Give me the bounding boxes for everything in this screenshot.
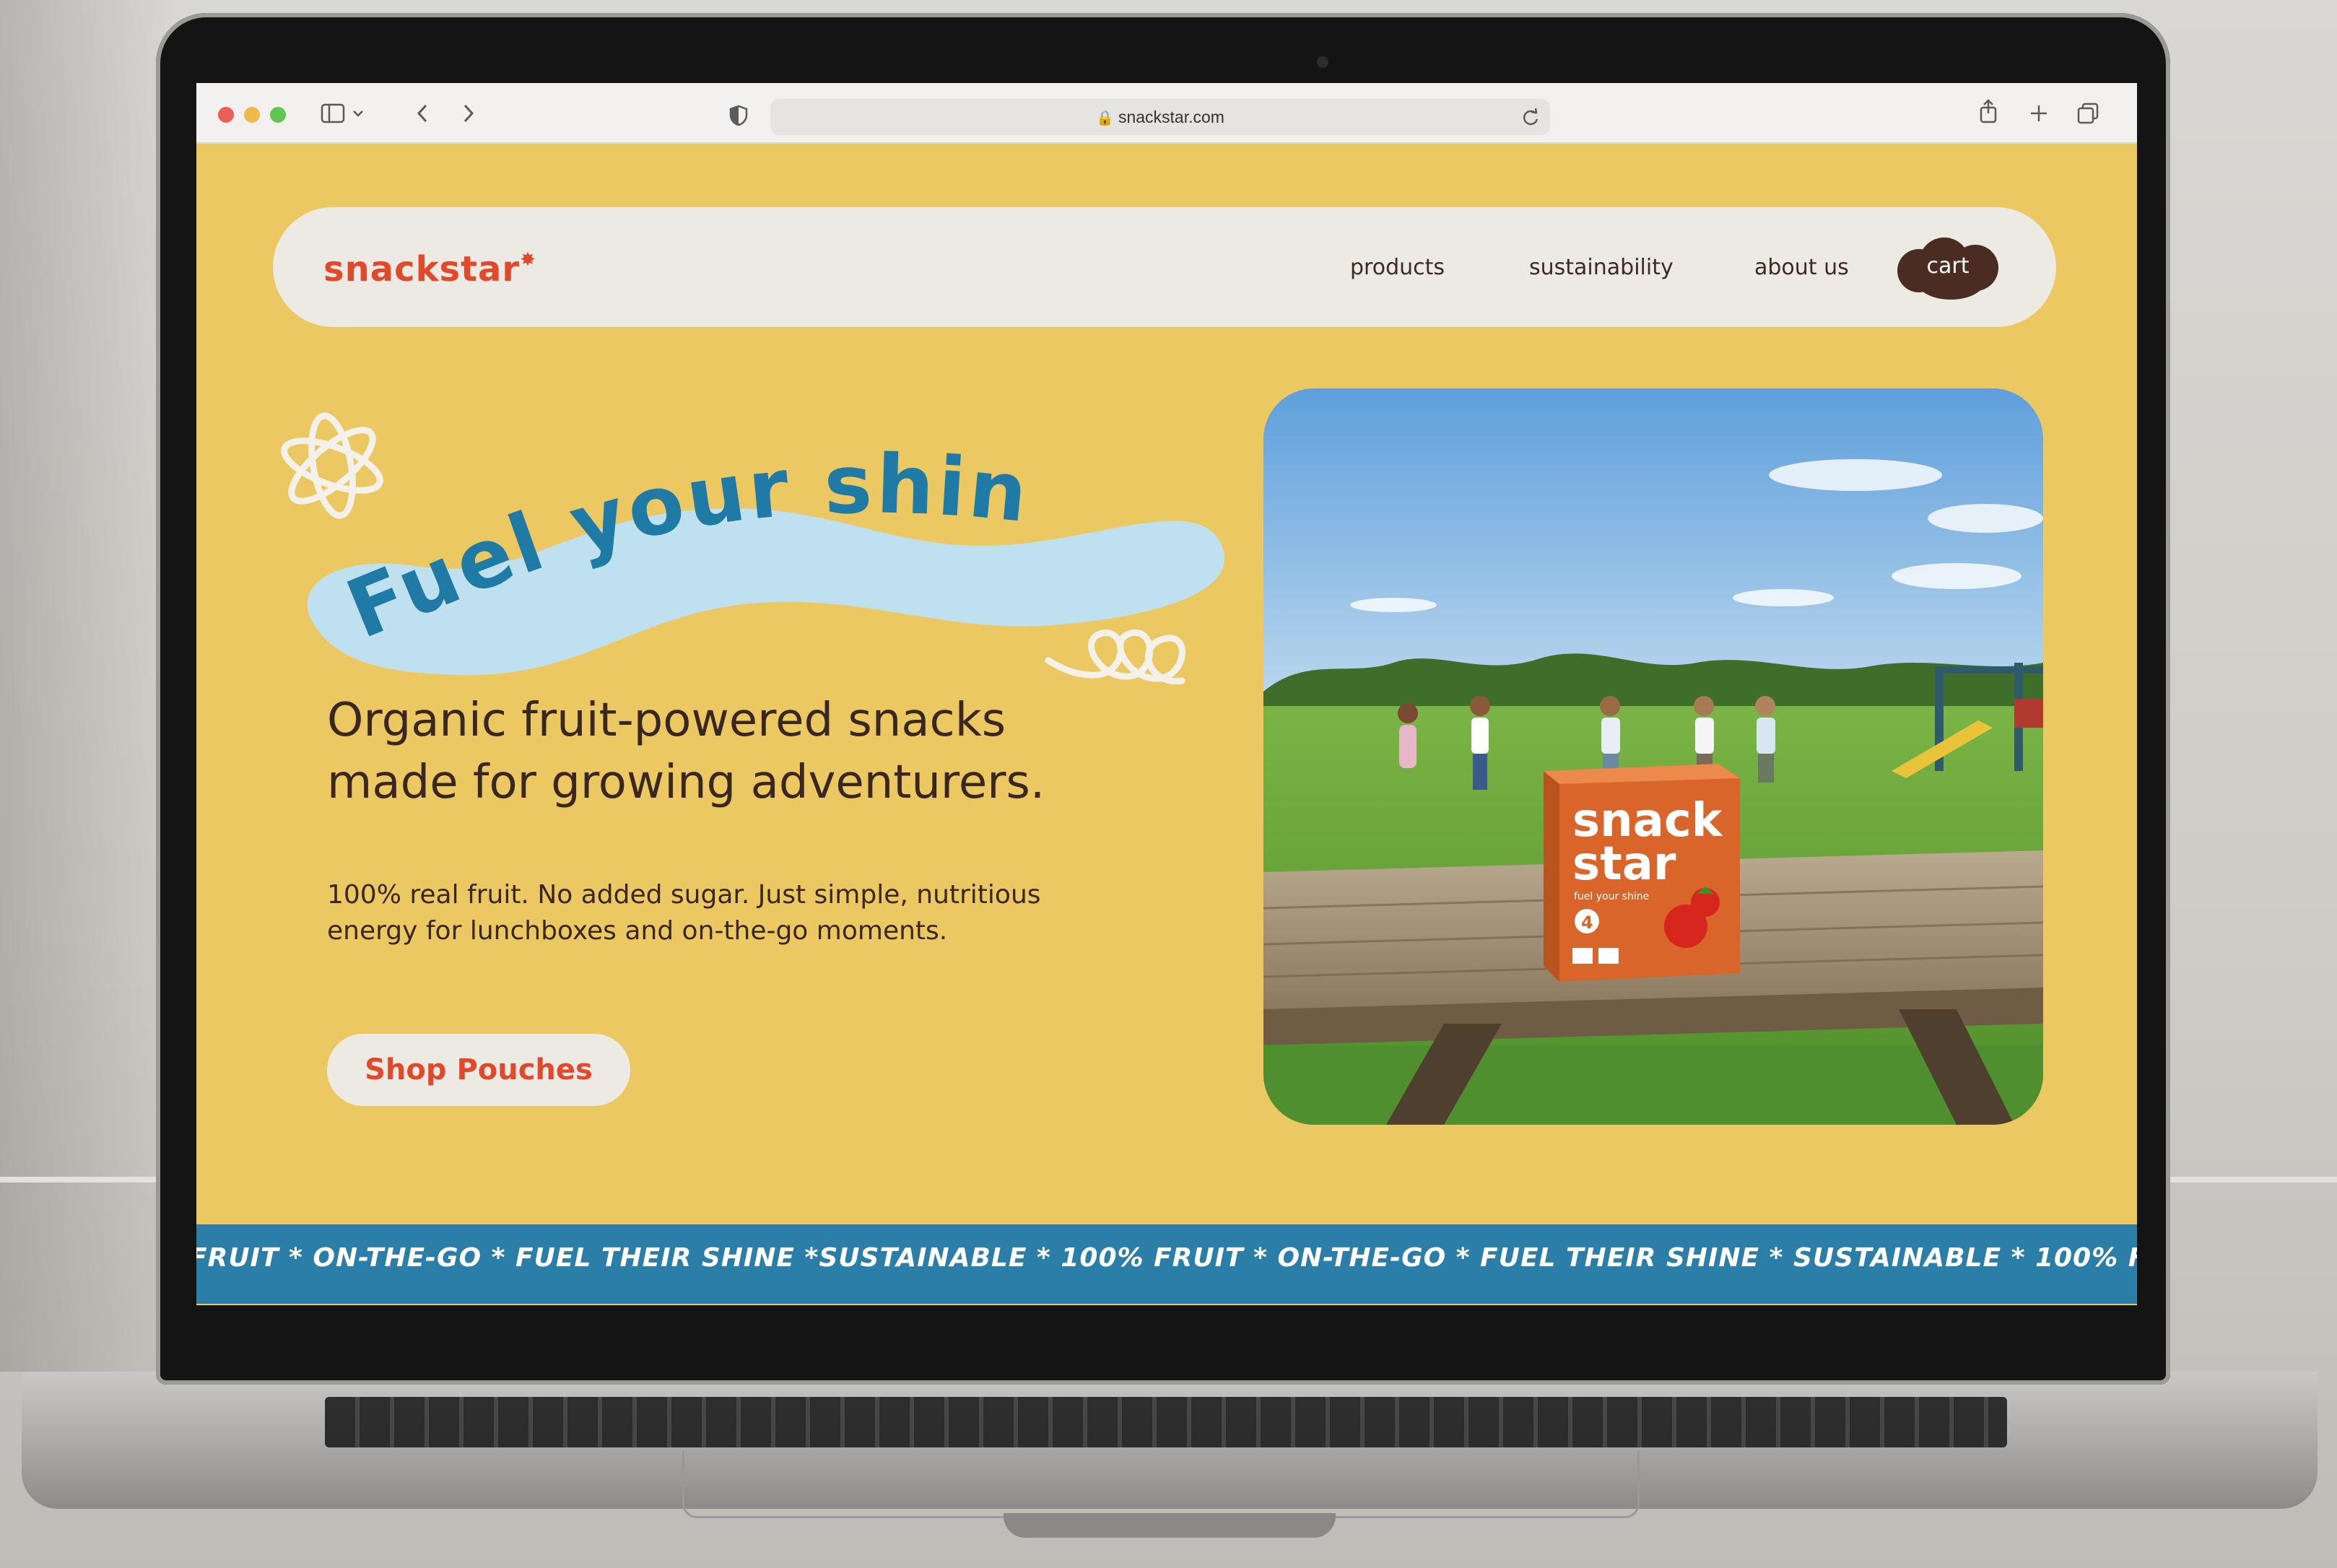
chevron-down-icon[interactable]: [352, 109, 364, 118]
forward-icon[interactable]: [462, 103, 475, 123]
close-window-button[interactable]: [218, 107, 234, 123]
site-logo[interactable]: snackstar✸: [323, 249, 536, 289]
box-count: 4: [1581, 913, 1593, 933]
cart-label: cart: [1926, 253, 1970, 279]
non-gmo-seal-icon: [1598, 948, 1619, 964]
atom-star-icon: [281, 412, 383, 519]
park-scene: snack star fuel your shine 4: [1263, 388, 2043, 1125]
browser-toolbar: 🔒 snackstar.com: [196, 83, 2137, 144]
body-line: energy for lunchboxes and on-the-go mome…: [327, 916, 948, 946]
wall-shadow: [0, 0, 173, 1372]
star-icon: ✸: [520, 249, 536, 271]
back-icon[interactable]: [416, 103, 429, 123]
body-line: 100% real fruit. No added sugar. Just si…: [327, 880, 1041, 910]
shield-icon[interactable]: [729, 105, 748, 126]
laptop-screen: 🔒 snackstar.com snackstar✸ products susta…: [196, 83, 2137, 1305]
sidebar-icon[interactable]: [321, 103, 345, 123]
marquee-banner: FRUIT * ON-THE-GO * FUEL THEIR SHINE *SU…: [196, 1220, 2137, 1304]
nav-products[interactable]: products: [1350, 255, 1445, 280]
logo-text: snackstar: [323, 249, 521, 289]
shop-pouches-button[interactable]: Shop Pouches: [327, 1034, 630, 1106]
share-icon[interactable]: [1978, 99, 1998, 125]
sky: [1263, 388, 2043, 706]
camera-icon: [1317, 56, 1328, 68]
laptop-notch: [1004, 1513, 1336, 1538]
tabs-icon[interactable]: [2076, 102, 2099, 125]
reload-icon[interactable]: [1521, 108, 1540, 126]
hero-photo: snack star fuel your shine 4: [1263, 388, 2043, 1125]
nav-about-us[interactable]: about us: [1754, 255, 1849, 280]
cart-button[interactable]: cart: [1897, 235, 1998, 300]
maximize-window-button[interactable]: [270, 107, 286, 123]
hero-body: 100% real fruit. No added sugar. Just si…: [327, 877, 1193, 949]
subhead-line: Organic fruit-powered snacks: [327, 694, 1006, 747]
laptop-keyboard: [325, 1397, 2007, 1447]
hero-subhead: Organic fruit-powered snacks made for gr…: [327, 689, 1193, 814]
organic-seal-icon: [1572, 948, 1593, 964]
squiggle-icon: [1045, 629, 1185, 685]
box-tagline: fuel your shine: [1574, 891, 1649, 902]
laptop-trackpad: [682, 1451, 1640, 1518]
product-box: snack star fuel your shine 4: [1544, 764, 1740, 982]
minimize-window-button[interactable]: [244, 107, 260, 123]
url-value: snackstar.com: [1118, 108, 1224, 126]
new-tab-icon[interactable]: [2029, 103, 2049, 123]
site-nav: snackstar✸ products sustainability about…: [273, 207, 2056, 327]
nav-sustainability[interactable]: sustainability: [1529, 255, 1674, 280]
hero-headline-art: Fuel your shine!: [240, 401, 1225, 685]
url-text: 🔒 snackstar.com: [770, 108, 1550, 127]
box-title: star: [1572, 837, 1676, 891]
address-bar[interactable]: 🔒 snackstar.com: [770, 99, 1550, 135]
subhead-line: made for growing adventurers.: [327, 756, 1045, 809]
lock-icon: 🔒: [1096, 110, 1114, 126]
marquee-text: FRUIT * ON-THE-GO * FUEL THEIR SHINE *SU…: [196, 1243, 2137, 1273]
